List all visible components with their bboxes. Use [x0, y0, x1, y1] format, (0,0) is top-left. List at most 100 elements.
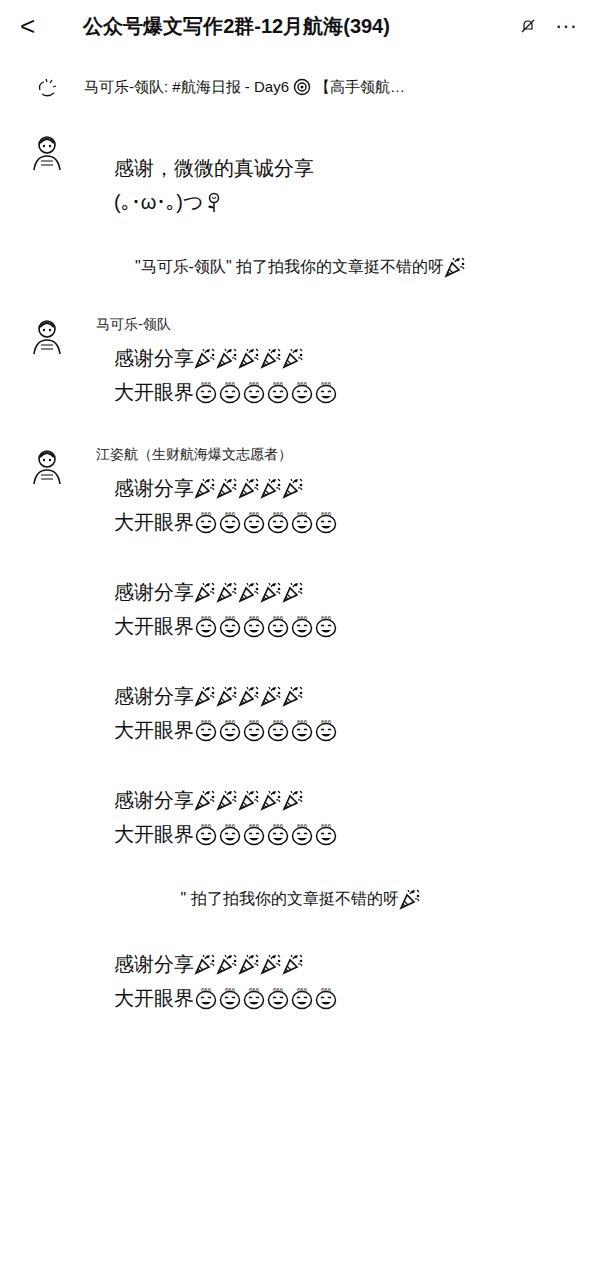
svg-text:666: 666 [225, 381, 236, 387]
svg-text:666: 666 [273, 719, 284, 725]
face-666-icon: 666 [266, 510, 290, 534]
svg-text:666: 666 [225, 823, 236, 829]
face-666-icon: 666 [314, 822, 338, 846]
party-popper-icon [194, 789, 216, 811]
face-666-icon: 666 [242, 718, 266, 742]
face-666-icon: 666 [194, 510, 218, 534]
svg-text:666: 666 [249, 823, 260, 829]
message-body[interactable]: 感谢分享大开眼界666666666666666666 [94, 783, 338, 851]
message-line: 大开眼界666666666666666666 [114, 505, 338, 539]
party-popper-icon [216, 477, 238, 499]
system-notice: " 拍了拍我你的文章挺不错的呀 [0, 887, 601, 911]
party-popper-icon [238, 685, 260, 707]
face-666-icon: 666 [194, 822, 218, 846]
svg-text:666: 666 [249, 511, 260, 517]
emoji-run [194, 953, 304, 975]
svg-text:666: 666 [297, 511, 308, 517]
party-popper-icon [260, 685, 282, 707]
emoji-run: 666666666666666666 [194, 986, 338, 1010]
face-666-icon: 666 [314, 718, 338, 742]
more-button[interactable]: ··· [547, 15, 585, 37]
face-666-icon: 666 [290, 380, 314, 404]
message-body[interactable]: 感谢分享大开眼界666666666666666666 [94, 471, 338, 539]
party-popper-icon [194, 581, 216, 603]
face-666-icon: 666 [218, 510, 242, 534]
party-popper-icon [444, 256, 466, 278]
message-body[interactable]: 感谢，微微的真诚分享(｡･ω･｡)つ [94, 131, 314, 219]
face-666-icon: 666 [242, 380, 266, 404]
party-popper-icon [194, 685, 216, 707]
face-666-icon: 666 [242, 986, 266, 1010]
message-line: 感谢分享 [114, 471, 338, 505]
message-list: 感谢，微微的真诚分享(｡･ω･｡)つ"马可乐-领队" 拍了拍我你的文章挺不错的呀… [0, 109, 601, 1039]
face-666-icon: 666 [314, 614, 338, 638]
message-line: 大开眼界666666666666666666 [114, 713, 338, 747]
svg-text:666: 666 [225, 511, 236, 517]
party-popper-icon [282, 685, 304, 707]
message-line: 感谢分享 [114, 947, 338, 981]
message-line: 感谢分享 [114, 575, 338, 609]
party-popper-icon [194, 347, 216, 369]
avatar-icon[interactable] [26, 315, 68, 357]
face-666-icon: 666 [266, 380, 290, 404]
party-popper-icon [194, 477, 216, 499]
party-popper-icon [238, 953, 260, 975]
party-popper-icon [260, 477, 282, 499]
svg-text:666: 666 [321, 381, 332, 387]
party-popper-icon [194, 953, 216, 975]
announcement-bar[interactable]: 马可乐-领队: #航海日报 - Day6【高手领航… [0, 66, 601, 109]
message-body[interactable]: 感谢分享大开眼界666666666666666666 [94, 341, 338, 409]
emoji-run: 666666666666666666 [194, 718, 338, 742]
emoji-run [194, 477, 304, 499]
chat-message: 感谢分享大开眼界666666666666666666 [0, 575, 601, 643]
message-line: 感谢分享 [114, 783, 338, 817]
face-666-icon: 666 [266, 986, 290, 1010]
party-popper-icon [282, 953, 304, 975]
svg-text:666: 666 [321, 987, 332, 993]
emoji-run [194, 347, 304, 369]
face-666-icon: 666 [290, 614, 314, 638]
message-line: (｡･ω･｡)つ [114, 185, 314, 219]
chat-message: 感谢分享大开眼界666666666666666666 [0, 679, 601, 747]
chat-message: 马可乐-领队感谢分享大开眼界666666666666666666 [0, 315, 601, 409]
emoji-run [194, 581, 304, 603]
message-line: 大开眼界666666666666666666 [114, 817, 338, 851]
face-666-icon: 666 [290, 718, 314, 742]
message-line: 大开眼界666666666666666666 [114, 981, 338, 1015]
svg-text:666: 666 [321, 511, 332, 517]
face-666-icon: 666 [266, 822, 290, 846]
svg-text:666: 666 [321, 823, 332, 829]
face-666-icon: 666 [218, 380, 242, 404]
party-popper-icon [260, 789, 282, 811]
svg-text:666: 666 [201, 719, 212, 725]
message-line: 感谢分享 [114, 341, 338, 375]
svg-text:666: 666 [297, 381, 308, 387]
message-body[interactable]: 感谢分享大开眼界666666666666666666 [94, 947, 338, 1015]
svg-text:666: 666 [321, 719, 332, 725]
svg-text:666: 666 [225, 615, 236, 621]
avatar-icon[interactable] [26, 131, 68, 173]
face-666-icon: 666 [194, 718, 218, 742]
target-icon [293, 78, 311, 96]
party-popper-icon [282, 581, 304, 603]
emoji-run: 666666666666666666 [194, 614, 338, 638]
avatar-icon[interactable] [26, 445, 68, 487]
message-body[interactable]: 感谢分享大开眼界666666666666666666 [94, 575, 338, 643]
message-body[interactable]: 感谢分享大开眼界666666666666666666 [94, 679, 338, 747]
chat-message: 江姿航（生财航海爆文志愿者）感谢分享大开眼界666666666666666666 [0, 445, 601, 539]
party-popper-icon [260, 347, 282, 369]
back-button[interactable]: < [16, 13, 39, 39]
svg-text:666: 666 [249, 381, 260, 387]
party-popper-icon [216, 347, 238, 369]
emoji-run: 666 666 666 666 666 666 [194, 380, 338, 404]
party-popper-icon [260, 581, 282, 603]
face-666-icon: 666 [194, 380, 218, 404]
party-popper-icon [238, 789, 260, 811]
face-666-icon: 666 [290, 986, 314, 1010]
emoji-run [194, 685, 304, 707]
emoji-run [203, 191, 225, 213]
face-666-icon: 666 [290, 822, 314, 846]
face-666-icon: 666 [194, 614, 218, 638]
message-line: 大开眼界666666666666666666 [114, 375, 338, 409]
face-666-icon: 666 [266, 718, 290, 742]
